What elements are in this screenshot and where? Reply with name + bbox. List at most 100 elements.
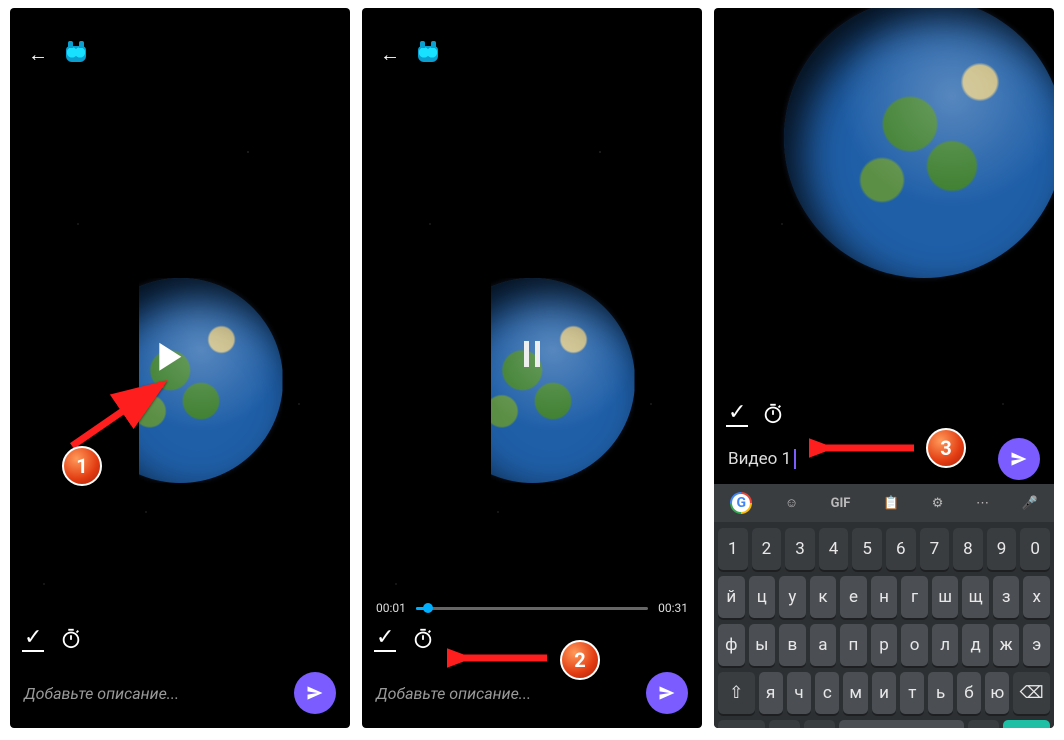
key[interactable]: с	[815, 672, 839, 714]
key[interactable]: е	[840, 576, 867, 618]
back-icon[interactable]: ←	[28, 44, 48, 64]
key[interactable]: ь	[928, 672, 952, 714]
play-button[interactable]	[159, 343, 181, 371]
key[interactable]: я	[759, 672, 783, 714]
key[interactable]: 4	[819, 528, 849, 570]
language-key[interactable]: 🌐	[804, 720, 835, 728]
key[interactable]: й	[718, 576, 745, 618]
key[interactable]: 7	[920, 528, 950, 570]
tool-row: ✓	[376, 625, 688, 650]
key[interactable]: м	[843, 672, 867, 714]
gif-button[interactable]: GIF	[831, 496, 851, 511]
key[interactable]: в	[779, 624, 806, 666]
tool-row: ✓	[728, 400, 784, 425]
select-icon[interactable]: ✓	[728, 400, 746, 425]
timer-icon[interactable]	[412, 627, 434, 649]
key[interactable]: 0	[1020, 528, 1050, 570]
top-bar: ←	[380, 44, 438, 64]
key[interactable]: э	[1023, 624, 1050, 666]
key[interactable]: щ	[962, 576, 989, 618]
timer-icon[interactable]	[762, 402, 784, 424]
key[interactable]: т	[900, 672, 924, 714]
pause-button[interactable]	[524, 341, 540, 367]
send-button[interactable]	[646, 672, 688, 714]
key[interactable]: 6	[886, 528, 916, 570]
sticker-icon[interactable]: ☺	[785, 495, 798, 511]
pause-icon	[535, 341, 540, 367]
key[interactable]: ф	[718, 624, 745, 666]
progress-track[interactable]	[416, 607, 648, 610]
key[interactable]: ю	[985, 672, 1009, 714]
key[interactable]: и	[872, 672, 896, 714]
key[interactable]: ж	[993, 624, 1020, 666]
earth-image	[78, 278, 283, 483]
key[interactable]: 5	[852, 528, 882, 570]
play-icon	[159, 343, 181, 371]
key[interactable]: ы	[749, 624, 776, 666]
video-preview[interactable]	[362, 278, 702, 483]
video-preview[interactable]	[10, 278, 350, 483]
contact-avatar[interactable]	[418, 46, 438, 62]
progress-row: 00:01 00:31	[376, 601, 688, 615]
more-icon[interactable]: ⋯	[976, 496, 989, 511]
shift-key[interactable]: ⇧	[718, 672, 755, 714]
key[interactable]: н	[871, 576, 898, 618]
key[interactable]: 3	[785, 528, 815, 570]
text-caret	[794, 449, 796, 469]
enter-key[interactable]: ↵	[1003, 720, 1050, 728]
key[interactable]: п	[840, 624, 867, 666]
keyboard: 1 2 3 4 5 6 7 8 9 0 й ц у к е н г ш щ з …	[714, 522, 1054, 728]
key[interactable]: 2	[752, 528, 782, 570]
key[interactable]: р	[871, 624, 898, 666]
emoji-key[interactable]: ☺	[769, 720, 800, 728]
key-row-1: 1 2 3 4 5 6 7 8 9 0	[718, 528, 1050, 570]
clipboard-icon[interactable]: 📋	[883, 496, 899, 511]
send-button[interactable]	[294, 672, 336, 714]
key[interactable]: ц	[749, 576, 776, 618]
google-icon[interactable]	[730, 492, 752, 514]
caption-row: Добавьте описание...	[376, 672, 688, 714]
key[interactable]: г	[901, 576, 928, 618]
select-icon[interactable]: ✓	[376, 625, 394, 650]
settings-icon[interactable]: ⚙	[932, 496, 944, 511]
earth-image	[784, 8, 1054, 278]
key[interactable]: к	[810, 576, 837, 618]
caption-row: Видео 1	[728, 438, 1040, 480]
key[interactable]: б	[957, 672, 981, 714]
key[interactable]: 1	[718, 528, 748, 570]
select-icon[interactable]: ✓	[24, 625, 42, 650]
pause-icon	[524, 341, 529, 367]
progress-thumb[interactable]	[423, 603, 433, 613]
timer-icon[interactable]	[60, 627, 82, 649]
key[interactable]: х	[1023, 576, 1050, 618]
tool-row: ✓	[24, 625, 336, 650]
key[interactable]: 8	[953, 528, 983, 570]
key[interactable]: а	[810, 624, 837, 666]
caption-input[interactable]: Видео 1	[728, 449, 988, 469]
key[interactable]: у	[779, 576, 806, 618]
key[interactable]: 9	[987, 528, 1017, 570]
contact-avatar[interactable]	[66, 46, 86, 62]
numbers-key[interactable]: ?123	[718, 720, 765, 728]
send-button[interactable]	[998, 438, 1040, 480]
top-bar: ←	[28, 44, 86, 64]
screen-2: ← 00:01 00:31 ✓ Добавьте описание...	[362, 8, 702, 728]
screen-1: ← 1 ✓ Добавьте описание...	[10, 8, 350, 728]
caption-input[interactable]: Добавьте описание...	[24, 684, 284, 703]
key[interactable]: о	[901, 624, 928, 666]
key[interactable]: л	[932, 624, 959, 666]
key-row-3: ф ы в а п р о л д ж э	[718, 624, 1050, 666]
mic-icon[interactable]: 🎤	[1021, 496, 1037, 511]
time-total: 00:31	[658, 601, 688, 615]
backspace-key[interactable]: ⌫	[1013, 672, 1050, 714]
back-icon[interactable]: ←	[380, 44, 400, 64]
key[interactable]: ч	[787, 672, 811, 714]
key[interactable]: д	[962, 624, 989, 666]
video-preview-top[interactable]	[714, 8, 1054, 278]
dot-key[interactable]: .	[968, 720, 999, 728]
key[interactable]: з	[993, 576, 1020, 618]
space-key[interactable]: Русский	[839, 720, 964, 728]
caption-input[interactable]: Добавьте описание...	[376, 684, 636, 703]
earth-image	[430, 278, 635, 483]
key[interactable]: ш	[932, 576, 959, 618]
